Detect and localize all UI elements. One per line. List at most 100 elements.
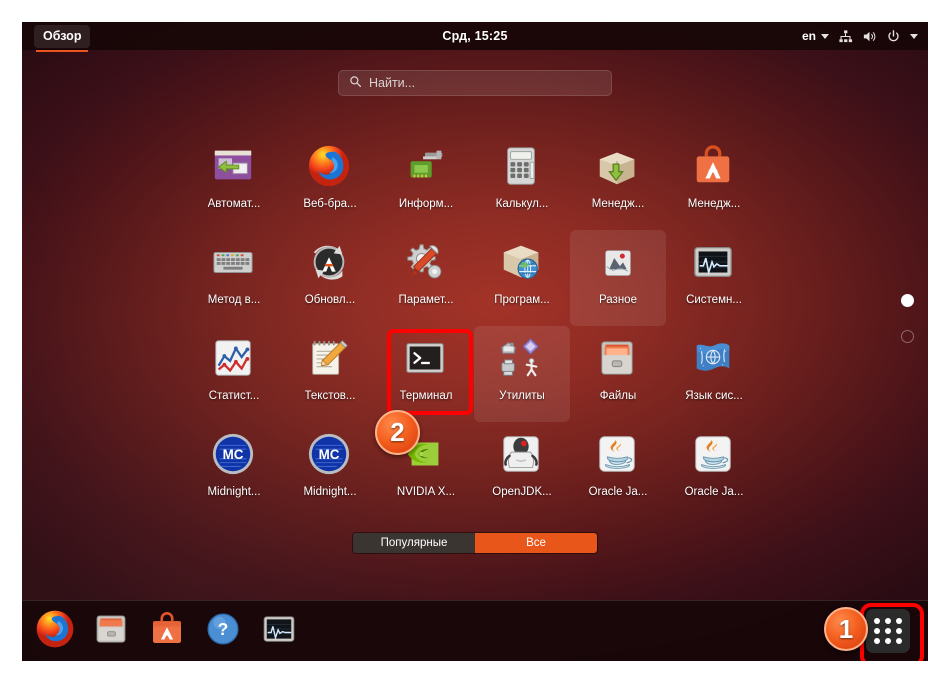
app-statistics[interactable]: Статист... bbox=[186, 326, 282, 422]
app-folder-utilities[interactable]: Утилиты bbox=[474, 326, 570, 422]
files-icon bbox=[90, 608, 132, 650]
app-label: Терминал bbox=[400, 390, 453, 402]
grid-dot bbox=[896, 618, 902, 624]
grid-dot bbox=[896, 628, 902, 634]
app-java[interactable]: Oracle Ja... bbox=[570, 422, 666, 518]
app-label: Oracle Ja... bbox=[589, 486, 648, 498]
dock-item-files[interactable] bbox=[90, 608, 132, 650]
grid-dot bbox=[885, 628, 891, 634]
app-label: Утилиты bbox=[499, 390, 545, 402]
app-java[interactable]: Oracle Ja... bbox=[666, 422, 762, 518]
clock[interactable]: Срд, 15:25 bbox=[22, 29, 928, 43]
calculator-icon bbox=[498, 143, 546, 191]
software-sources-icon bbox=[498, 239, 546, 287]
app-hardware-info[interactable]: Информ... bbox=[378, 134, 474, 230]
openjdk-icon bbox=[498, 431, 546, 479]
app-label: Менедж... bbox=[688, 198, 741, 210]
page-dot-1[interactable] bbox=[901, 294, 914, 307]
app-package-manager[interactable]: Менедж... bbox=[570, 134, 666, 230]
activities-label: Обзор bbox=[43, 29, 81, 43]
app-label: Метод в... bbox=[208, 294, 261, 306]
annotation-badge-2: 2 bbox=[375, 410, 420, 455]
grid-dot bbox=[885, 638, 891, 644]
app-software-updater[interactable]: Обновл... bbox=[282, 230, 378, 326]
app-system-monitor[interactable]: Системн... bbox=[666, 230, 762, 326]
app-label: Разное bbox=[599, 294, 637, 306]
annotation-badge-1: 1 bbox=[824, 607, 868, 651]
midnight-commander-icon: MC bbox=[306, 431, 354, 479]
app-files[interactable]: Файлы bbox=[570, 326, 666, 422]
app-text-editor[interactable]: Текстов... bbox=[282, 326, 378, 422]
keyboard-input-icon bbox=[210, 239, 258, 287]
statistics-icon bbox=[210, 335, 258, 383]
activities-button[interactable]: Обзор bbox=[34, 25, 90, 48]
java-icon bbox=[594, 431, 642, 479]
dock-items: ? bbox=[34, 608, 300, 650]
power-icon[interactable] bbox=[886, 29, 901, 44]
package-manager-icon bbox=[594, 143, 642, 191]
dock-item-system-monitor[interactable] bbox=[258, 608, 300, 650]
system-monitor-icon bbox=[258, 608, 300, 650]
app-ubuntu-software[interactable]: Менедж... bbox=[666, 134, 762, 230]
dock-item-firefox[interactable] bbox=[34, 608, 76, 650]
grid-dot bbox=[896, 638, 902, 644]
grid-dot bbox=[885, 618, 891, 624]
search-placeholder: Найти... bbox=[369, 76, 415, 90]
grid-dot bbox=[874, 618, 880, 624]
app-settings-wrench[interactable]: Парамет... bbox=[378, 230, 474, 326]
ubuntu-software-icon bbox=[146, 608, 188, 650]
app-label: Midnight... bbox=[207, 486, 260, 498]
app-automation[interactable]: Автомат... bbox=[186, 134, 282, 230]
dock-item-ubuntu-software[interactable] bbox=[146, 608, 188, 650]
midnight-commander-icon: MC bbox=[210, 431, 258, 479]
app-calculator[interactable]: Калькул... bbox=[474, 134, 570, 230]
keyboard-layout-button[interactable]: en bbox=[802, 29, 829, 43]
app-label: Файлы bbox=[600, 390, 637, 402]
firefox-icon bbox=[34, 608, 76, 650]
app-terminal[interactable]: Терминал bbox=[378, 326, 474, 422]
software-updater-icon bbox=[306, 239, 354, 287]
search-input[interactable]: Найти... bbox=[338, 70, 612, 96]
app-openjdk[interactable]: OpenJDK... bbox=[474, 422, 570, 518]
app-firefox[interactable]: Веб-бра... bbox=[282, 134, 378, 230]
folder-misc-icon bbox=[594, 239, 642, 287]
app-label: Автомат... bbox=[208, 198, 261, 210]
app-label: Парамет... bbox=[399, 294, 454, 306]
app-folder-misc[interactable]: Разное bbox=[570, 230, 666, 326]
ubuntu-software-icon bbox=[690, 143, 738, 191]
page-dot-2[interactable] bbox=[901, 330, 914, 343]
app-label: Midnight... bbox=[303, 486, 356, 498]
grid-dot bbox=[874, 628, 880, 634]
network-icon[interactable] bbox=[838, 29, 853, 44]
folder-utilities-icon bbox=[498, 335, 546, 383]
dock-item-help[interactable]: ? bbox=[202, 608, 244, 650]
tab-all[interactable]: Все bbox=[475, 533, 597, 553]
app-keyboard-input[interactable]: Метод в... bbox=[186, 230, 282, 326]
clock-label: Срд, 15:25 bbox=[442, 29, 507, 43]
files-icon bbox=[594, 335, 642, 383]
hardware-info-icon bbox=[402, 143, 450, 191]
app-label: NVIDIA X... bbox=[397, 486, 455, 498]
page-indicator bbox=[901, 294, 914, 343]
system-monitor-icon bbox=[690, 239, 738, 287]
top-bar: Обзор Срд, 15:25 en bbox=[22, 22, 928, 50]
app-view-toggle: Популярные Все bbox=[352, 532, 598, 554]
text-editor-icon bbox=[306, 335, 354, 383]
app-midnight-commander[interactable]: MC Midnight... bbox=[282, 422, 378, 518]
svg-text:?: ? bbox=[218, 619, 229, 639]
system-menu-chevron-icon[interactable] bbox=[910, 34, 918, 39]
status-area: en bbox=[802, 22, 918, 50]
tab-frequent[interactable]: Популярные bbox=[353, 533, 475, 553]
app-label: Oracle Ja... bbox=[685, 486, 744, 498]
terminal-icon bbox=[402, 335, 450, 383]
volume-icon[interactable] bbox=[862, 29, 877, 44]
firefox-icon bbox=[306, 143, 354, 191]
show-apps-button[interactable] bbox=[866, 609, 910, 653]
chevron-down-icon bbox=[821, 34, 829, 39]
app-midnight-commander[interactable]: MC Midnight... bbox=[186, 422, 282, 518]
java-icon bbox=[690, 431, 738, 479]
app-label: Язык сис... bbox=[685, 390, 743, 402]
app-label: OpenJDK... bbox=[492, 486, 551, 498]
app-software-sources[interactable]: Програм... bbox=[474, 230, 570, 326]
app-language-support[interactable]: Язык сис... bbox=[666, 326, 762, 422]
